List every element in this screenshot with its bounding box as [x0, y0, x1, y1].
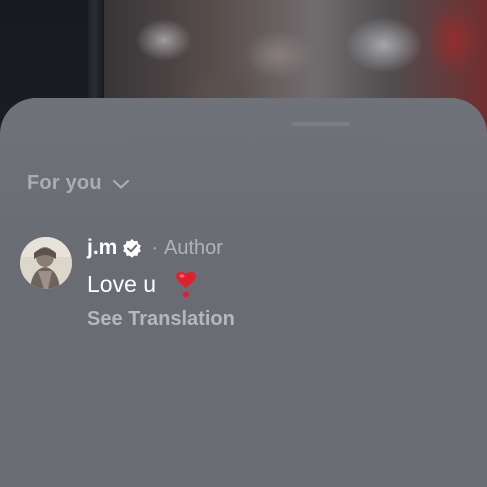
red-heart-exclamation-icon: [176, 271, 196, 298]
screen: For you j.m · Author Love u See Translat…: [0, 0, 487, 487]
see-translation-link[interactable]: See Translation: [87, 308, 235, 331]
comment-body: Love u: [87, 270, 157, 297]
chevron-down-icon: [112, 179, 129, 189]
comment-text-row: Love u: [87, 268, 198, 300]
verified-badge-icon: [123, 239, 142, 258]
comment-filter-label: For you: [27, 172, 102, 194]
author-tag: Author: [164, 236, 223, 259]
comment-author-row: j.m · Author: [87, 234, 223, 262]
comment-filter-dropdown[interactable]: For you: [27, 172, 130, 195]
comment-username[interactable]: j.m: [87, 236, 117, 260]
avatar-image: [20, 237, 72, 289]
comment-item: j.m · Author Love u See Translation: [20, 234, 460, 344]
comments-sheet: For you j.m · Author Love u See Translat…: [0, 98, 487, 487]
avatar[interactable]: [20, 237, 72, 289]
sheet-drag-handle[interactable]: [292, 122, 350, 126]
separator-dot: ·: [151, 236, 159, 259]
